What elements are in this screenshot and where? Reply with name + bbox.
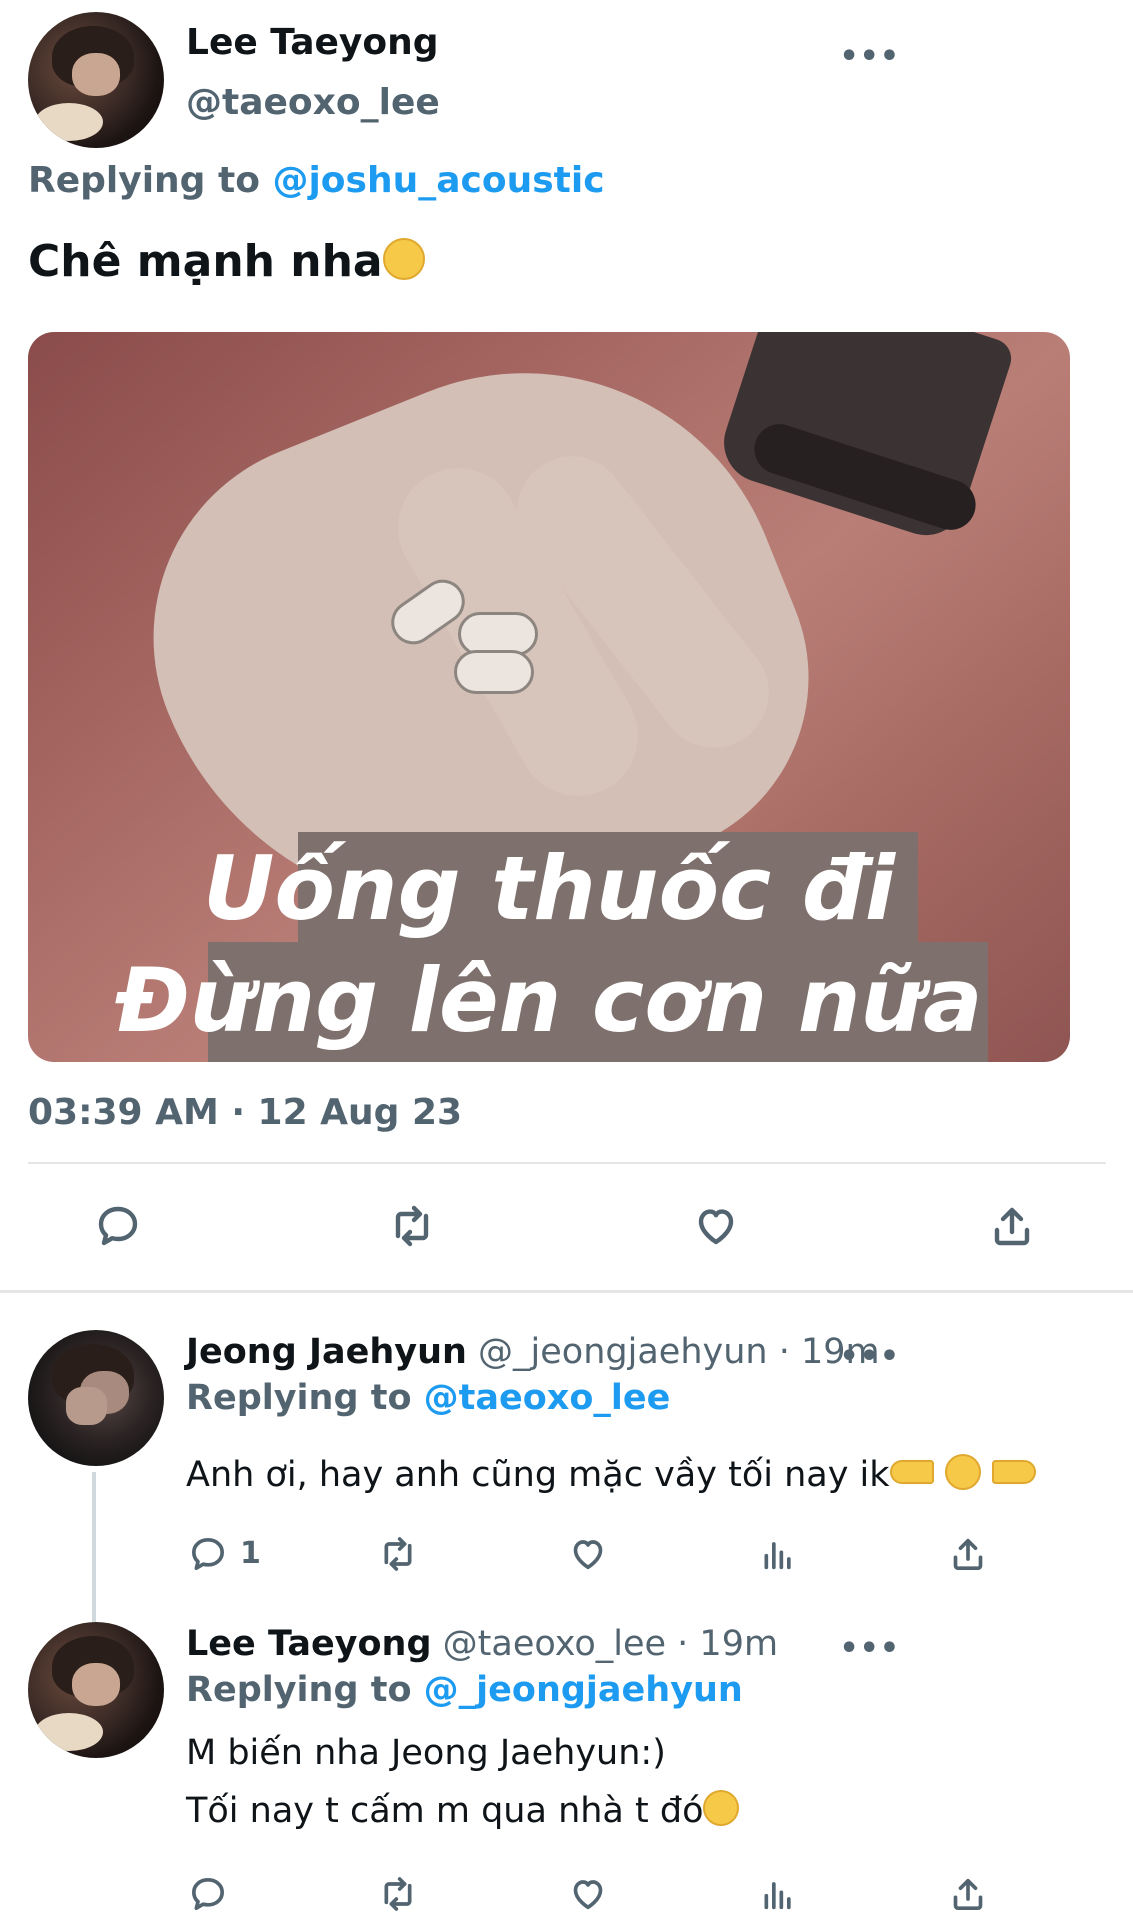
reply-time: · 19m [666,1624,779,1664]
unamused-face-icon [382,238,425,280]
replying-prefix: Replying to [186,1670,424,1710]
replying-prefix: Replying to [28,160,273,201]
like-icon[interactable] [690,1200,742,1252]
like-icon[interactable] [562,1868,614,1920]
reply-author-handle[interactable]: @taeoxo_lee [443,1624,666,1664]
pointing-left-icon [991,1460,1036,1484]
author-name[interactable]: Lee Taeyong [186,22,439,63]
retweet-icon[interactable] [386,1200,438,1252]
tweet-timestamp[interactable]: 03:39 AM · 12 Aug 23 [28,1092,462,1133]
replying-to: Replying to @joshu_acoustic [28,160,605,201]
analytics-icon[interactable] [752,1868,804,1920]
reply-avatar[interactable] [28,1622,164,1758]
slightly-smiling-face-icon [703,1790,740,1826]
retweet-icon[interactable] [372,1528,424,1580]
thread-line [92,1472,96,1624]
pleading-face-icon [944,1454,981,1490]
tweet-media-image[interactable]: Uống thuốc đi Đừng lên cơn nữa [28,332,1070,1062]
reply-icon[interactable] [92,1200,144,1252]
tweet-text: Chê mạnh nha [28,236,425,287]
more-icon[interactable]: ••• [839,1634,900,1664]
share-icon[interactable] [942,1868,994,1920]
reply-text-line2-wrap: Tối nay t cấm m qua nhà t đó [186,1782,740,1840]
replying-to: Replying to @_jeongjaehyun [186,1670,743,1710]
replying-prefix: Replying to [186,1378,424,1418]
analytics-icon[interactable] [752,1528,804,1580]
media-caption-line2: Đừng lên cơn nữa [115,949,983,1052]
replying-to-handle[interactable]: @taeoxo_lee [424,1378,671,1418]
share-icon[interactable] [986,1200,1038,1252]
reply-author-name[interactable]: Jeong Jaehyun [186,1332,467,1372]
reply-header: Lee Taeyong @taeoxo_lee · 19m [186,1624,778,1664]
more-icon[interactable]: ••• [839,42,900,72]
replying-to-handle[interactable]: @_jeongjaehyun [424,1670,743,1710]
reply-text-line2: Tối nay t cấm m qua nhà t đó [186,1791,704,1831]
tweet-text-content: Chê mạnh nha [28,236,383,287]
pointing-right-icon [889,1460,934,1484]
author-avatar[interactable] [28,12,164,148]
retweet-icon[interactable] [372,1868,424,1920]
media-caption-line1: Uống thuốc đi [203,837,895,940]
reply-avatar[interactable] [28,1330,164,1466]
reply-text: Anh ơi, hay anh cũng mặc vầy tối nay ik [186,1446,1036,1504]
reply-icon[interactable] [182,1528,234,1580]
reply-text-content: Anh ơi, hay anh cũng mặc vầy tối nay ik [186,1455,890,1495]
section-divider [0,1290,1133,1293]
reply-icon[interactable] [182,1868,234,1920]
reply-text-line1: M biến nha Jeong Jaehyun:) [186,1733,666,1773]
more-icon[interactable]: ••• [839,1342,900,1372]
author-handle[interactable]: @taeoxo_lee [186,82,440,123]
reply-header: Jeong Jaehyun @_jeongjaehyun · 19m [186,1332,880,1372]
reply-author-name[interactable]: Lee Taeyong [186,1624,432,1664]
divider [28,1162,1106,1164]
reply-author-handle[interactable]: @_jeongjaehyun [478,1332,768,1372]
like-icon[interactable] [562,1528,614,1580]
replying-to-handle[interactable]: @joshu_acoustic [272,160,604,201]
replying-to: Replying to @taeoxo_lee [186,1378,670,1418]
reply-count: 1 [240,1536,261,1571]
share-icon[interactable] [942,1528,994,1580]
reply-text: M biến nha Jeong Jaehyun:) Tối nay t cấm… [186,1724,740,1840]
